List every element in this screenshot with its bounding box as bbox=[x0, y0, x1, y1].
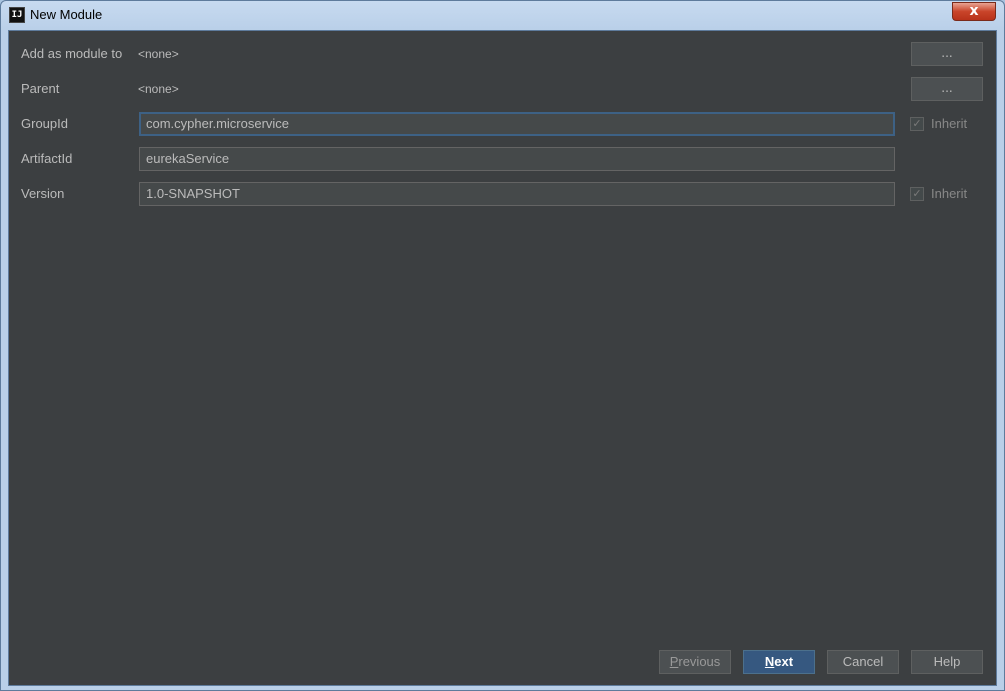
previous-button[interactable]: Previous bbox=[659, 650, 731, 674]
add-as-module-to-value: <none> bbox=[138, 47, 179, 61]
add-as-module-to-label: Add as module to bbox=[21, 46, 123, 61]
artifact-id-input[interactable]: eurekaService bbox=[139, 147, 895, 171]
add-as-module-browse-button[interactable]: ... bbox=[911, 42, 983, 66]
group-id-input[interactable]: com.cypher.microservice bbox=[139, 112, 895, 136]
group-id-inherit-label: Inherit bbox=[931, 116, 968, 131]
next-button[interactable]: Next bbox=[743, 650, 815, 674]
parent-value: <none> bbox=[138, 82, 179, 96]
previous-label: revious bbox=[678, 654, 721, 669]
version-label: Version bbox=[21, 186, 65, 201]
close-button[interactable]: x bbox=[952, 2, 996, 21]
dialog-content: Add as module to <none> ... Parent <none… bbox=[8, 30, 997, 686]
version-inherit-label: Inherit bbox=[931, 186, 968, 201]
next-mnemonic: N bbox=[764, 654, 775, 669]
parent-browse-button[interactable]: ... bbox=[911, 77, 983, 101]
group-id-label: GroupId bbox=[21, 116, 68, 131]
artifact-id-label: ArtifactId bbox=[21, 151, 73, 166]
checkmark-icon: ✓ bbox=[910, 187, 924, 201]
title-bar[interactable]: IJ New Module x bbox=[1, 1, 1004, 30]
intellij-app-icon: IJ bbox=[9, 7, 25, 23]
window-title: New Module bbox=[30, 7, 103, 22]
version-input[interactable]: 1.0-SNAPSHOT bbox=[139, 182, 895, 206]
dialog-window: IJ New Module x Add as module to <none> … bbox=[0, 0, 1005, 691]
parent-label: Parent bbox=[21, 81, 60, 96]
help-button[interactable]: Help bbox=[911, 650, 983, 674]
next-label: ext bbox=[774, 654, 794, 669]
checkmark-icon: ✓ bbox=[910, 117, 924, 131]
cancel-button[interactable]: Cancel bbox=[827, 650, 899, 674]
